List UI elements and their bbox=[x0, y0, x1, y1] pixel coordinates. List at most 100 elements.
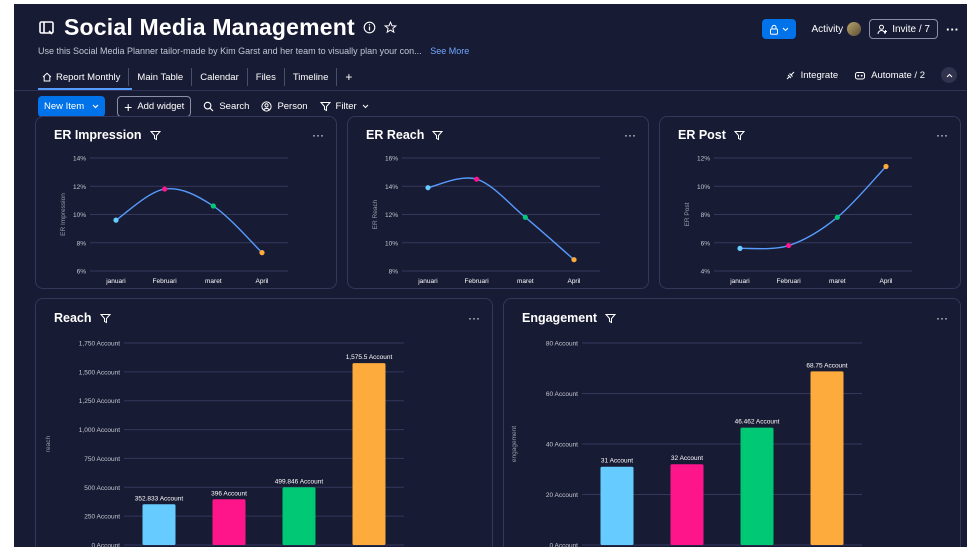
data-point bbox=[113, 217, 119, 223]
automate-label: Automate / 2 bbox=[871, 69, 925, 81]
search-button[interactable]: Search bbox=[203, 101, 249, 112]
y-tick-label: 0 Account bbox=[549, 543, 578, 547]
data-point bbox=[425, 185, 431, 191]
tab-main-table[interactable]: Main Table bbox=[129, 68, 193, 86]
invite-button[interactable]: Invite / 7 bbox=[869, 19, 938, 39]
data-point bbox=[737, 245, 743, 251]
board-menu-button[interactable]: ··· bbox=[946, 22, 959, 37]
y-tick-label: 12% bbox=[697, 156, 710, 163]
tabs-actions: Integrate Automate / 2 bbox=[785, 67, 957, 83]
y-axis-label: ER Post bbox=[684, 202, 691, 226]
x-tick-label: maret bbox=[829, 278, 846, 285]
board-header: Social Media Management bbox=[38, 14, 397, 41]
tab-report-monthly[interactable]: Report Monthly bbox=[38, 68, 130, 86]
x-tick-label: April bbox=[567, 278, 581, 285]
y-tick-label: 6% bbox=[77, 269, 87, 276]
data-point bbox=[834, 214, 840, 220]
y-axis-label: ER Impression bbox=[60, 193, 67, 236]
tab-label: Report Monthly bbox=[56, 71, 121, 83]
y-tick-label: 40 Account bbox=[546, 442, 578, 449]
y-tick-label: 1,750 Account bbox=[79, 341, 120, 348]
home-icon bbox=[42, 72, 52, 82]
data-label: 499.846 Account bbox=[275, 478, 324, 485]
er-reach-chart: 8% 10% 12% 14% 16% ER Reach januari Februari mar… bbox=[372, 156, 600, 285]
chevron-down-icon bbox=[782, 27, 788, 31]
data-point bbox=[259, 250, 265, 256]
filter-button[interactable]: Filter bbox=[319, 101, 369, 112]
description-text: Use this Social Media Planner tailor-mad… bbox=[38, 46, 422, 56]
y-tick-label: 500 Account bbox=[84, 485, 120, 492]
tab-label: Calendar bbox=[200, 71, 239, 83]
add-widget-button[interactable]: + Add widget bbox=[117, 96, 192, 117]
reach-widget: Reach ··· 0 Account 250 Account 500 Accoun… bbox=[35, 298, 493, 547]
person-filter-button[interactable]: Person bbox=[261, 101, 308, 112]
reach-chart: 0 Account 250 Account 500 Account 750 Accou… bbox=[45, 341, 404, 547]
x-tick-label: Februari bbox=[465, 278, 489, 285]
bar bbox=[670, 464, 704, 545]
tab-calendar[interactable]: Calendar bbox=[192, 68, 248, 86]
board-view-icon bbox=[39, 20, 54, 35]
robot-icon bbox=[855, 71, 866, 79]
y-tick-label: 14% bbox=[73, 156, 86, 163]
data-point bbox=[883, 163, 889, 170]
bar bbox=[600, 466, 634, 545]
data-point bbox=[786, 242, 792, 249]
board-permissions-button[interactable] bbox=[761, 19, 796, 39]
bar bbox=[142, 504, 176, 545]
integrate-label: Integrate bbox=[800, 69, 839, 81]
bar bbox=[212, 499, 246, 545]
data-label: 352.833 Account bbox=[135, 495, 184, 502]
er-post-chart: 4% 6% 8% 10% 12% ER Post januari Februari maret A… bbox=[684, 156, 912, 285]
new-item-label: New Item bbox=[44, 101, 85, 112]
board-description: Use this Social Media Planner tailor-mad… bbox=[38, 46, 469, 56]
info-icon[interactable] bbox=[363, 21, 376, 34]
bar bbox=[282, 487, 316, 545]
x-tick-label: April bbox=[879, 278, 893, 285]
new-item-button[interactable]: New Item bbox=[38, 96, 106, 117]
engagement-widget: Engagement ··· 0 Account 20 Account 40 Acc… bbox=[503, 298, 961, 547]
y-tick-label: 1,000 Account bbox=[79, 427, 120, 434]
data-point bbox=[162, 186, 168, 192]
x-tick-label: maret bbox=[517, 278, 534, 285]
y-tick-label: 10% bbox=[73, 212, 86, 219]
tab-timeline[interactable]: Timeline bbox=[285, 68, 338, 86]
data-label: 46.462 Account bbox=[735, 419, 780, 426]
y-axis-label: ER Reach bbox=[372, 199, 379, 229]
star-icon[interactable] bbox=[383, 21, 397, 34]
tab-label: Files bbox=[255, 71, 276, 83]
y-tick-label: 12% bbox=[73, 184, 86, 191]
chevron-down-icon[interactable] bbox=[92, 104, 99, 109]
y-tick-label: 60 Account bbox=[546, 391, 578, 398]
collapse-header-button[interactable] bbox=[941, 67, 957, 83]
filter-label: Filter bbox=[335, 101, 357, 112]
data-label: 31 Account bbox=[601, 458, 633, 465]
see-more-link[interactable]: See More bbox=[430, 46, 469, 56]
board-title[interactable]: Social Media Management bbox=[64, 14, 355, 41]
data-label: 32 Account bbox=[671, 455, 703, 462]
tab-files[interactable]: Files bbox=[248, 68, 285, 86]
integrate-button[interactable]: Integrate bbox=[785, 69, 839, 81]
invite-label: Invite / 7 bbox=[892, 23, 930, 35]
automate-button[interactable]: Automate / 2 bbox=[854, 70, 925, 81]
y-tick-label: 10% bbox=[385, 240, 398, 247]
add-view-button[interactable]: + bbox=[337, 68, 360, 86]
y-tick-label: 80 Account bbox=[546, 341, 578, 348]
data-label: 68.75 Account bbox=[806, 362, 847, 369]
view-tabs: Report Monthly Main Table Calendar Files… bbox=[38, 68, 360, 86]
tab-label: Main Table bbox=[137, 71, 184, 83]
er-post-widget: ER Post ··· 4% 6% 8% 10% 12% ER Post januari Fe… bbox=[659, 116, 961, 289]
activity-button[interactable]: Activity bbox=[812, 22, 862, 36]
search-icon bbox=[204, 101, 214, 112]
x-tick-label: maret bbox=[205, 278, 222, 285]
y-tick-label: 8% bbox=[701, 212, 711, 219]
board-toolbar: New Item + Add widget Search Person Filt… bbox=[38, 96, 369, 117]
lock-icon bbox=[769, 24, 778, 35]
integrate-icon bbox=[786, 71, 794, 79]
bar bbox=[810, 371, 844, 545]
y-tick-label: 8% bbox=[77, 240, 87, 247]
chevron-up-icon bbox=[946, 73, 952, 77]
bar bbox=[740, 427, 774, 545]
x-tick-label: April bbox=[255, 278, 269, 285]
monday-app: Social Media Management Use this Social … bbox=[14, 4, 967, 547]
activity-label: Activity bbox=[811, 23, 844, 35]
